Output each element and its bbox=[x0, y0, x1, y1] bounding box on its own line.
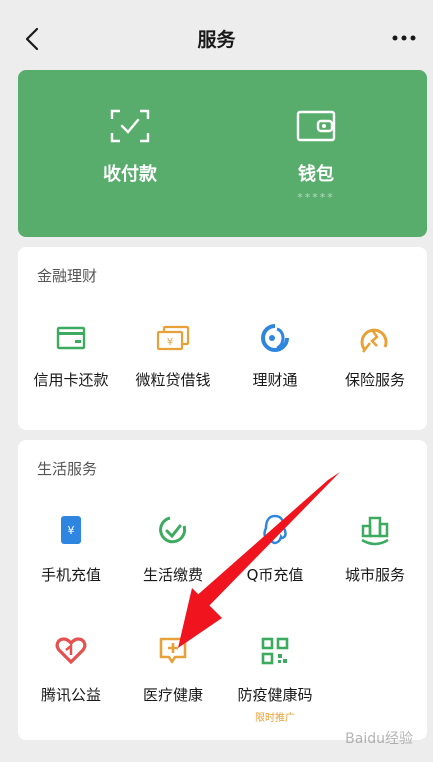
qq-coin-recharge-item[interactable]: Q币充值 bbox=[224, 514, 326, 584]
grid-label: 保险服务 bbox=[344, 371, 405, 389]
promo-badge: 限时推广 bbox=[255, 713, 295, 724]
utility-payment-icon bbox=[159, 516, 187, 544]
city-service-icon bbox=[361, 516, 389, 546]
credit-card-repay-item[interactable]: 信用卡还款 bbox=[20, 325, 122, 389]
pay-receive-label: 收付款 bbox=[103, 164, 157, 185]
medical-health-item[interactable]: 医疗健康 bbox=[122, 636, 224, 704]
wallet-button[interactable]: 钱包 ***** bbox=[214, 70, 418, 237]
phone-recharge-item[interactable]: ¥ 手机充值 bbox=[20, 514, 122, 584]
wallet-label: 钱包 bbox=[298, 164, 334, 185]
phone-recharge-icon: ¥ bbox=[61, 516, 81, 544]
section-title: 金融理财 bbox=[37, 267, 98, 285]
grid-label: 防疫健康码 bbox=[237, 686, 313, 704]
watermark: Baidu经验 bbox=[345, 731, 413, 747]
wallet-card: 收付款 钱包 ***** bbox=[18, 70, 427, 237]
wallet-balance-mask: ***** bbox=[297, 191, 335, 204]
charity-icon bbox=[55, 637, 87, 664]
insurance-item[interactable]: 保险服务 bbox=[324, 323, 426, 389]
top-bar: 服务 bbox=[0, 0, 433, 72]
tencent-charity-item[interactable]: 腾讯公益 bbox=[20, 636, 122, 704]
wealth-icon bbox=[261, 324, 289, 352]
finance-section: 金融理财 信用卡还款 ¥ 微粒贷借钱 理财通 保险服务 bbox=[18, 247, 427, 430]
credit-card-icon bbox=[56, 326, 86, 350]
insurance-icon bbox=[360, 328, 388, 353]
wallet-icon bbox=[296, 110, 336, 142]
utility-payment-item[interactable]: 生活缴费 bbox=[122, 514, 224, 584]
pay-receive-button[interactable]: 收付款 bbox=[28, 70, 232, 237]
city-service-item[interactable]: 城市服务 bbox=[324, 514, 426, 584]
medical-icon bbox=[159, 637, 187, 664]
page-title: 服务 bbox=[197, 29, 236, 51]
weilidai-loan-item[interactable]: ¥ 微粒贷借钱 bbox=[122, 325, 224, 389]
licaitong-item[interactable]: 理财通 bbox=[224, 323, 326, 389]
grid-label: 城市服务 bbox=[344, 566, 405, 584]
scan-pay-icon bbox=[110, 109, 150, 143]
loan-icon: ¥ bbox=[156, 325, 190, 351]
health-code-icon bbox=[261, 637, 289, 665]
section-title: 生活服务 bbox=[37, 460, 98, 478]
svg-text:¥: ¥ bbox=[167, 337, 173, 348]
more-options-icon[interactable] bbox=[391, 33, 417, 43]
life-services-section: 生活服务 ¥ 手机充值 生活缴费 Q币充值 城市服务 腾讯公益 医疗健康 防疫健… bbox=[18, 440, 427, 740]
health-code-item[interactable]: 防疫健康码 限时推广 bbox=[224, 636, 326, 724]
svg-text:¥: ¥ bbox=[68, 524, 75, 537]
qq-coin-icon bbox=[263, 514, 287, 545]
